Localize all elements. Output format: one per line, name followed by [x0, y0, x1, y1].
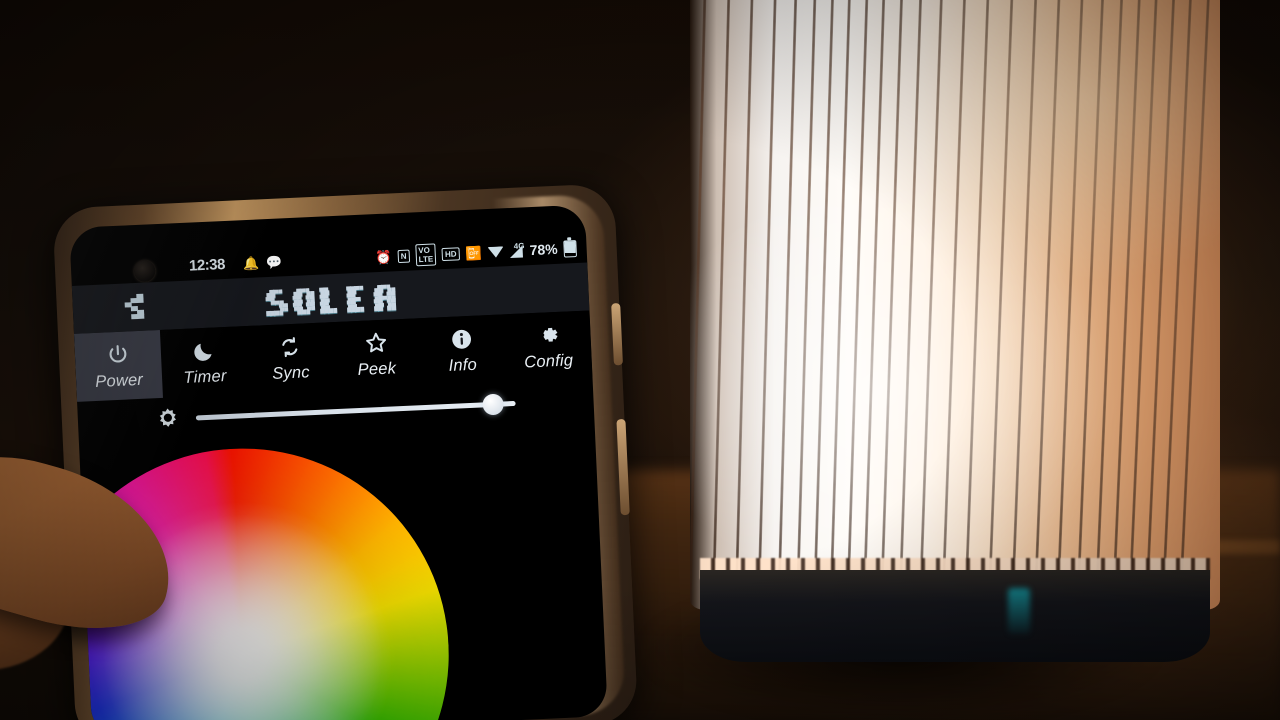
nav-label: Config	[523, 350, 574, 371]
lamp-rib	[918, 0, 945, 610]
back-chevron-icon[interactable]	[124, 293, 151, 320]
nav-item-peek[interactable]: Peek	[332, 318, 421, 390]
lamp-rib	[1177, 0, 1212, 610]
lamp-rib	[963, 0, 991, 610]
phone-screen[interactable]: 12:38 🔔 💬 ⏰ N VO LTE HD 📴 4G 78% Power T…	[69, 204, 608, 720]
title-glyph	[265, 289, 289, 316]
sync-refresh-icon	[277, 333, 302, 360]
lamp-rib	[1010, 0, 1040, 610]
lamp-rib	[879, 0, 905, 610]
lamp-rib	[776, 0, 798, 610]
status-time: 12:38	[188, 255, 226, 275]
status-left-icons: 🔔 💬	[242, 253, 283, 271]
brightness-slider-track[interactable]	[195, 400, 516, 420]
lamp-rib	[1127, 0, 1160, 610]
power-icon	[105, 341, 130, 368]
nav-label: Info	[448, 355, 478, 375]
app-title-logo	[265, 280, 397, 316]
nav-label: Power	[94, 370, 144, 391]
nav-label: Peek	[357, 358, 397, 379]
title-glyph	[292, 287, 316, 315]
nav-item-sync[interactable]: Sync	[246, 322, 335, 394]
lamp-ribs	[690, 0, 1220, 610]
lamp-rib	[690, 0, 707, 610]
nav-item-timer[interactable]: Timer	[160, 326, 249, 398]
lamp-rib	[940, 0, 968, 610]
battery-percent-label: 78%	[529, 240, 558, 259]
lamp-rib	[795, 0, 818, 610]
lamp-rib	[1033, 0, 1063, 610]
brightness-slider[interactable]	[195, 391, 516, 429]
battery-icon	[563, 239, 577, 258]
lamp-base-indicator	[1008, 588, 1030, 634]
alarm-icon: ⏰	[375, 248, 393, 265]
signal-label: 4G	[513, 240, 525, 251]
brightness-slider-thumb[interactable]	[482, 393, 505, 416]
lamp-rib	[734, 0, 755, 610]
lamp-rib	[1143, 0, 1177, 610]
nav-item-config[interactable]: Config	[504, 310, 593, 382]
table-lamp	[690, 0, 1220, 662]
nav-item-info[interactable]: Info	[418, 314, 507, 386]
lamp-shade	[690, 0, 1220, 610]
title-glyph	[373, 284, 397, 311]
vibrate-icon: 📴	[465, 244, 483, 261]
lamp-base	[700, 570, 1210, 662]
photo-scene: 12:38 🔔 💬 ⏰ N VO LTE HD 📴 4G 78% Power T…	[0, 0, 1280, 720]
lamp-rib	[897, 0, 923, 610]
volte-icon: VO LTE	[414, 243, 437, 267]
star-outline-icon	[363, 329, 389, 356]
notification-bell-icon: 🔔	[242, 254, 260, 271]
lamp-rib	[1160, 0, 1194, 610]
moon-icon	[191, 337, 216, 364]
nav-item-power[interactable]: Power	[73, 329, 163, 402]
lamp-rib	[711, 0, 731, 610]
title-glyph	[319, 287, 342, 314]
nav-label: Sync	[271, 362, 311, 383]
signal-4g-icon: 4G	[509, 240, 525, 258]
brightness-sun-icon	[155, 406, 180, 431]
lamp-rib	[756, 0, 778, 610]
gear-icon	[534, 321, 560, 348]
nav-label: Timer	[183, 366, 227, 387]
messages-icon: 💬	[265, 253, 283, 270]
hd-voice-icon: HD	[441, 246, 460, 261]
info-circle-icon	[449, 325, 474, 352]
lamp-rib	[986, 0, 1015, 610]
lamp-rib	[1111, 0, 1144, 610]
nfc-icon: N	[397, 249, 410, 263]
title-glyph	[346, 285, 369, 312]
wifi-icon	[487, 245, 504, 258]
